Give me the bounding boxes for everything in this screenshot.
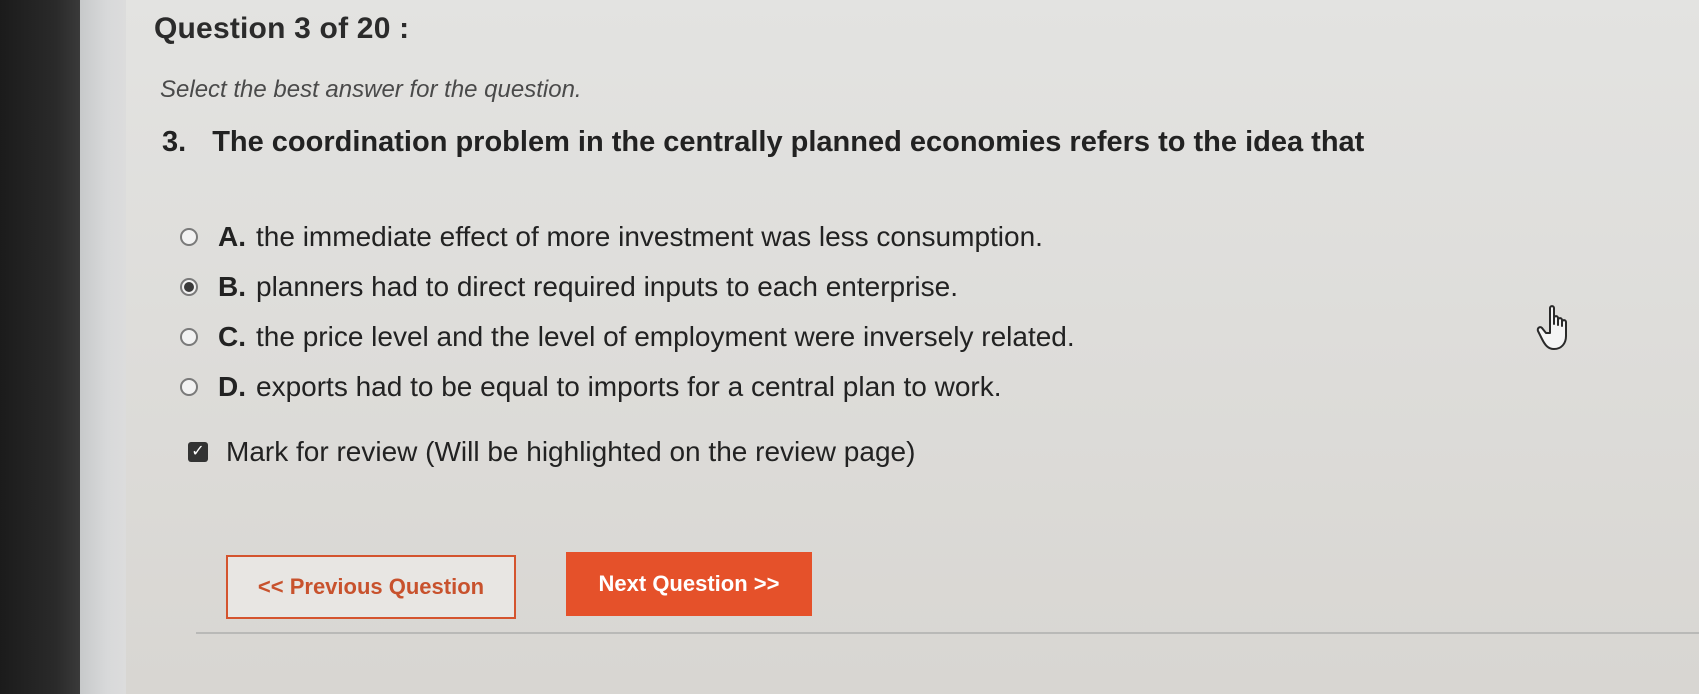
option-letter: D.: [218, 371, 246, 402]
option-letter: A.: [218, 221, 246, 252]
radio-option-b[interactable]: [180, 278, 198, 296]
option-text: the immediate effect of more investment …: [256, 221, 1043, 252]
instructions-text: Select the best answer for the question.: [160, 76, 582, 103]
option-text: exports had to be equal to imports for a…: [256, 371, 1002, 402]
hand-pointer-icon: [1536, 305, 1567, 350]
radio-option-c[interactable]: [180, 328, 198, 346]
option-b[interactable]: B. planners had to direct required input…: [180, 262, 1075, 312]
question-stem: 3. The coordination problem in the centr…: [162, 126, 1364, 159]
next-question-button[interactable]: Next Question >>: [566, 552, 812, 616]
radio-option-d[interactable]: [180, 378, 198, 396]
question-counter: Question 3 of 20 :: [154, 12, 410, 45]
answer-options: A. the immediate effect of more investme…: [180, 212, 1075, 412]
mark-for-review-label: Mark for review (Will be highlighted on …: [226, 436, 916, 467]
checkmark-icon[interactable]: ✓: [188, 442, 208, 462]
option-d[interactable]: D. exports had to be equal to imports fo…: [180, 362, 1075, 412]
quiz-page: Question 3 of 20 : Select the best answe…: [126, 0, 1699, 694]
option-letter: B.: [218, 271, 246, 302]
option-text: the price level and the level of employm…: [256, 321, 1075, 352]
option-letter: C.: [218, 321, 246, 352]
mark-for-review[interactable]: ✓ Mark for review (Will be highlighted o…: [188, 436, 915, 468]
question-number: 3.: [162, 126, 187, 158]
question-text: The coordination problem in the centrall…: [212, 126, 1365, 158]
monitor-bezel: [0, 0, 80, 694]
previous-question-button[interactable]: << Previous Question: [226, 555, 516, 619]
left-gutter: [80, 0, 126, 694]
option-a[interactable]: A. the immediate effect of more investme…: [180, 212, 1075, 262]
radio-option-a[interactable]: [180, 228, 198, 246]
option-c[interactable]: C. the price level and the level of empl…: [180, 312, 1075, 362]
divider: [196, 632, 1699, 634]
option-text: planners had to direct required inputs t…: [256, 271, 958, 302]
